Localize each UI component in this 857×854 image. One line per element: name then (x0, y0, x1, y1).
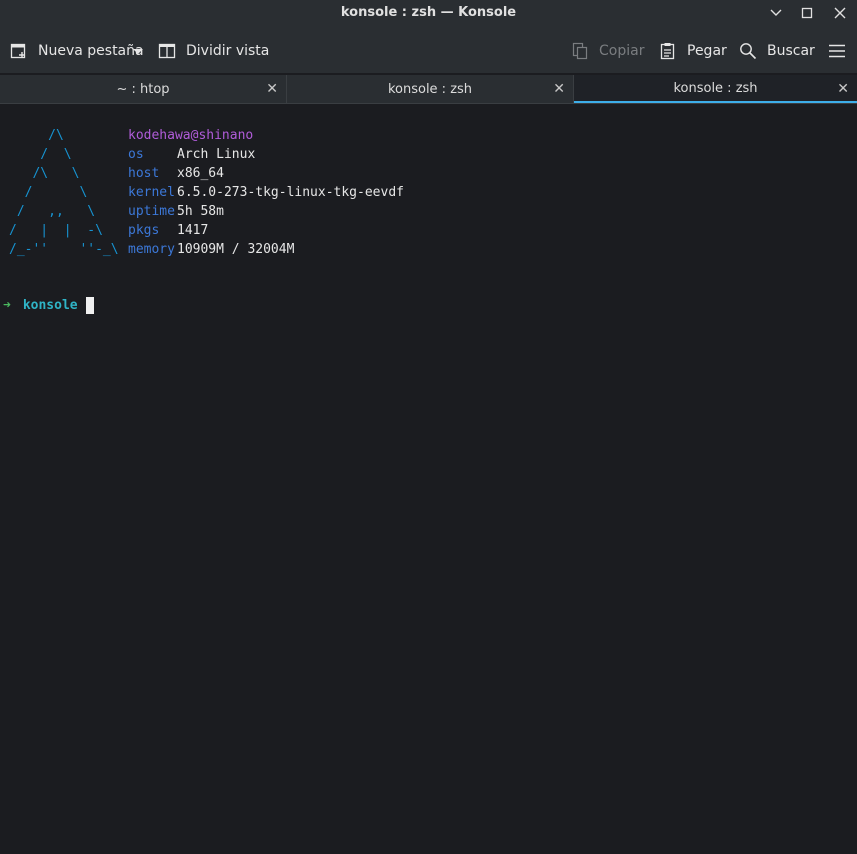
system-info: kodehawa@shinano os Arch Linux host x86_… (128, 126, 404, 259)
info-key: uptime (128, 204, 175, 219)
search-button[interactable]: Buscar (739, 40, 815, 62)
tab-htop[interactable]: ~ : htop ✕ (0, 75, 287, 103)
copy-button[interactable]: Copiar (571, 40, 644, 62)
new-tab-dropdown[interactable] (131, 40, 145, 62)
tab-label: ~ : htop (116, 81, 170, 97)
title-bar: konsole : zsh — Konsole (0, 0, 857, 27)
new-tab-button[interactable]: Nueva pestaña (10, 40, 144, 62)
window-title: konsole : zsh — Konsole (340, 5, 517, 20)
paste-button[interactable]: Pegar (659, 40, 727, 62)
hamburger-menu-icon (829, 44, 845, 58)
info-value: 1417 (177, 223, 209, 238)
info-row: pkgs 1417 (128, 221, 404, 240)
info-key: memory (128, 242, 175, 257)
terminal-view[interactable]: /\ / \ /\ \ / \ / ,, \ / | | -\ /_-'' ''… (0, 104, 857, 854)
info-value: 6.5.0-273-tkg-linux-tkg-eevdf (177, 185, 404, 200)
search-label: Buscar (767, 43, 815, 59)
close-window-button[interactable] (830, 3, 850, 23)
info-row: host x86_64 (128, 164, 404, 183)
split-view-label: Dividir vista (186, 43, 270, 59)
user-host: kodehawa@shinano (128, 128, 254, 143)
tab-bar: ~ : htop ✕ konsole : zsh ✕ konsole : zsh… (0, 75, 857, 104)
shell-prompt: ➜ konsole (3, 296, 94, 315)
new-tab-label: Nueva pestaña (38, 43, 144, 59)
info-key: pkgs (128, 223, 160, 238)
info-row: memory 10909M / 32004M (128, 240, 404, 259)
arch-logo-ascii: /\ / \ /\ \ / \ / ,, \ / | | -\ /_-'' ''… (9, 128, 119, 257)
paste-icon (660, 43, 675, 60)
copy-label: Copiar (599, 43, 645, 59)
close-tab-icon[interactable]: ✕ (837, 81, 849, 97)
search-icon (740, 43, 757, 60)
chevron-down-icon (133, 49, 143, 54)
info-row: os Arch Linux (128, 145, 404, 164)
tab-konsole-zsh-1[interactable]: konsole : zsh ✕ (287, 75, 574, 103)
info-value: x86_64 (177, 166, 224, 181)
tab-konsole-zsh-2[interactable]: konsole : zsh ✕ (574, 75, 857, 103)
info-value: Arch Linux (177, 147, 256, 162)
tab-label: konsole : zsh (673, 80, 758, 96)
prompt-arrow-icon: ➜ (3, 298, 11, 313)
close-tab-icon[interactable]: ✕ (266, 81, 278, 97)
split-view-icon (158, 43, 176, 59)
maximize-icon (801, 7, 813, 19)
info-key: os (128, 147, 144, 162)
info-row: kernel 6.5.0-273-tkg-linux-tkg-eevdf (128, 183, 404, 202)
minimize-icon (770, 9, 782, 16)
prompt-directory: konsole (22, 298, 78, 313)
maximize-button[interactable] (797, 3, 817, 23)
info-value: 5h 58m (177, 204, 224, 219)
minimize-button[interactable] (766, 3, 786, 23)
info-row: uptime 5h 58m (128, 202, 404, 221)
info-key: host (128, 166, 160, 181)
close-tab-icon[interactable]: ✕ (553, 81, 565, 97)
new-tab-icon (10, 43, 26, 59)
info-value: 10909M / 32004M (177, 242, 295, 257)
split-view-button[interactable]: Dividir vista (158, 40, 269, 62)
text-cursor (85, 297, 94, 314)
tab-label: konsole : zsh (387, 81, 473, 97)
close-icon (834, 7, 846, 19)
toolbar: Nueva pestaña Dividir vista Copiar Pegar (0, 27, 857, 73)
info-key: kernel (128, 185, 175, 200)
main-menu-button[interactable] (828, 40, 846, 62)
paste-label: Pegar (687, 43, 727, 59)
copy-icon (572, 42, 588, 60)
